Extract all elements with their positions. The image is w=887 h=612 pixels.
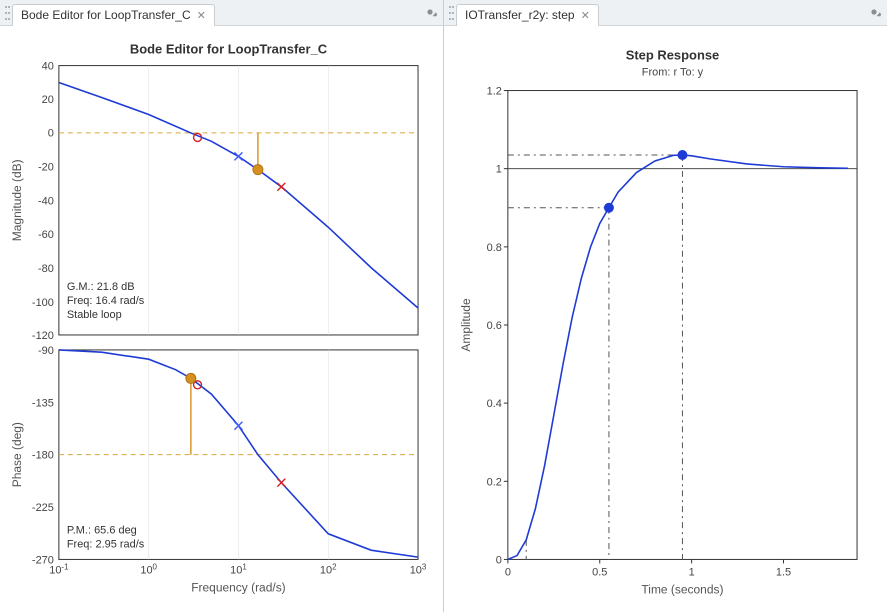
svg-text:103: 103 [410,562,427,577]
app-window: Bode Editor for LoopTransfer_C ✕ Bode Ed… [0,0,887,612]
close-icon[interactable]: ✕ [581,9,590,22]
svg-text:-135: -135 [32,397,54,409]
mag-annot-gm: G.M.: 21.8 dB [67,281,135,293]
step-xlabel: Time (seconds) [641,582,723,596]
svg-text:-90: -90 [38,345,54,357]
svg-text:-120: -120 [32,330,54,342]
svg-text:-100: -100 [32,297,54,309]
step-plot-area[interactable]: Step Response From: r To: y 1.2 1 0.8 0.… [444,26,887,612]
step-tab[interactable]: IOTransfer_r2y: step ✕ [456,4,599,26]
svg-text:0: 0 [505,566,511,578]
svg-text:10-1: 10-1 [49,562,69,577]
mag-ylabel: Magnitude (dB) [10,159,24,241]
svg-text:1: 1 [689,566,695,578]
bode-pane: Bode Editor for LoopTransfer_C ✕ Bode Ed… [0,0,444,612]
bode-title: Bode Editor for LoopTransfer_C [130,42,327,57]
grip-icon[interactable] [4,2,10,24]
phase-annot-pm: P.M.: 65.6 deg [67,525,137,537]
svg-text:0.6: 0.6 [487,320,502,332]
phase-annot-freq: Freq: 2.95 rad/s [67,538,145,550]
svg-text:-180: -180 [32,450,54,462]
svg-text:0.4: 0.4 [487,398,502,410]
bode-tabbar: Bode Editor for LoopTransfer_C ✕ [0,0,443,26]
bode-tab-label: Bode Editor for LoopTransfer_C [21,8,191,22]
bode-xlabel: Frequency (rad/s) [191,580,285,594]
step-ylabel: Amplitude [459,298,473,352]
svg-text:-60: -60 [38,229,54,241]
step-tab-label: IOTransfer_r2y: step [465,8,575,22]
svg-text:0: 0 [48,127,54,139]
close-icon[interactable]: ✕ [197,9,206,22]
svg-text:20: 20 [42,94,54,106]
step-chart: Step Response From: r To: y 1.2 1 0.8 0.… [448,34,877,606]
gear-icon[interactable] [423,5,437,19]
step-title: Step Response [626,48,720,63]
step-plot: 1.2 1 0.8 0.6 0.4 0.2 0 [459,86,857,597]
svg-text:40: 40 [42,61,54,73]
svg-text:1.2: 1.2 [487,86,502,98]
svg-text:0.8: 0.8 [487,242,502,254]
phase-plot: -90-135-180 -225-270 [10,345,427,594]
svg-text:1: 1 [496,164,502,176]
step-pane: IOTransfer_r2y: step ✕ Step Response Fro… [444,0,887,612]
mag-plot: 40 20 0 -20 -40 -60 -80 -100 -120 [10,61,418,342]
svg-text:-20: -20 [38,161,54,173]
svg-text:0.5: 0.5 [592,566,607,578]
svg-text:100: 100 [140,562,157,577]
svg-text:101: 101 [230,562,247,577]
bode-tab[interactable]: Bode Editor for LoopTransfer_C ✕ [12,4,215,26]
svg-text:-80: -80 [38,263,54,275]
svg-text:-225: -225 [32,502,54,514]
grip-icon[interactable] [448,2,454,24]
svg-text:-40: -40 [38,195,54,207]
gear-icon[interactable] [867,5,881,19]
step-subtitle: From: r To: y [642,67,704,79]
svg-text:0.2: 0.2 [487,476,502,488]
svg-text:0: 0 [496,554,502,566]
step-tabbar: IOTransfer_r2y: step ✕ [444,0,887,26]
svg-text:1.5: 1.5 [776,566,791,578]
bode-plot-area[interactable]: Bode Editor for LoopTransfer_C 40 20 0 -20… [0,26,443,612]
mag-annot-stable: Stable loop [67,309,122,321]
bode-chart: Bode Editor for LoopTransfer_C 40 20 0 -20… [4,34,433,606]
svg-text:102: 102 [320,562,337,577]
mag-annot-freq: Freq: 16.4 rad/s [67,295,145,307]
phase-ylabel: Phase (deg) [10,422,24,487]
